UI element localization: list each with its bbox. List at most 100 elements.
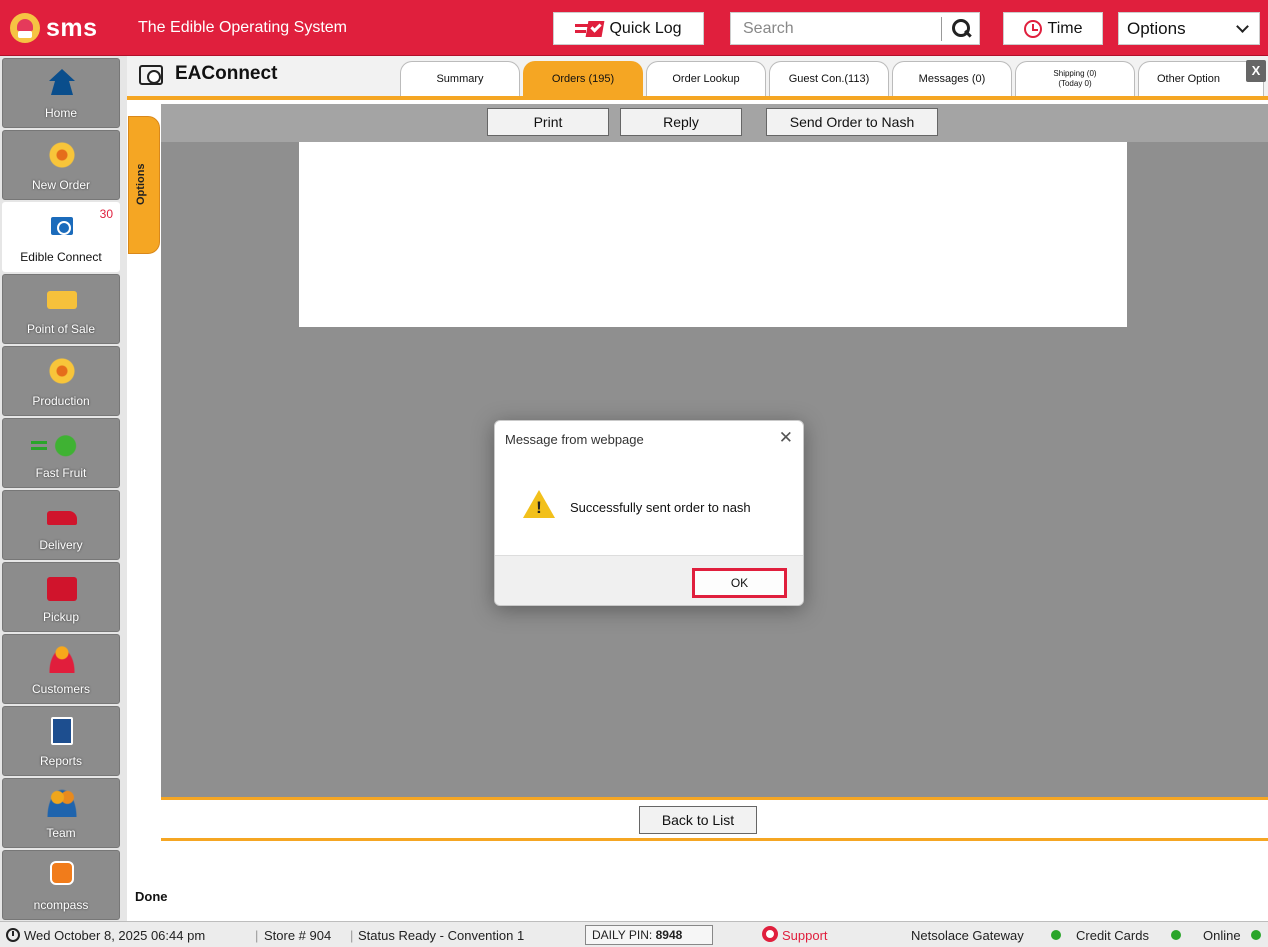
- sidebar-item-label: Pickup: [42, 610, 80, 624]
- sidebar-item-label: ncompass: [33, 898, 89, 912]
- search-input[interactable]: [731, 13, 939, 44]
- tab-label: Order Lookup: [672, 73, 740, 85]
- dialog-body: ! Successfully sent order to nash: [495, 457, 803, 555]
- home-icon-body: [51, 81, 73, 95]
- daily-pin-value: 8948: [655, 928, 683, 942]
- new-order-icon: [47, 141, 77, 169]
- apple-icon: [47, 429, 77, 457]
- sidebar-item-label: Home: [44, 106, 77, 120]
- tab-label: Orders (195): [551, 73, 615, 85]
- back-to-list-button[interactable]: Back to List: [639, 806, 757, 834]
- divider: [161, 838, 1268, 841]
- sidebar-item-label: Production: [32, 394, 90, 408]
- sms-logo[interactable]: sms: [10, 9, 98, 47]
- page-title: EAConnect: [175, 63, 278, 84]
- action-toolbar: Print Reply Send Order to Nash: [161, 104, 1268, 142]
- message-dialog: Message from webpage ✕ ! Successfully se…: [494, 420, 804, 606]
- sidebar-item-customers[interactable]: Customers: [2, 634, 120, 704]
- daily-pin-box: DAILY PIN: 8948: [585, 925, 713, 945]
- status-bar: Wed October 8, 2025 06:44 pm | Store # 9…: [0, 921, 1268, 947]
- bag-icon: [47, 577, 77, 601]
- close-icon[interactable]: ✕: [779, 428, 793, 448]
- sidebar-item-production[interactable]: Production: [2, 346, 120, 416]
- sidebar-item-edible-connect[interactable]: 30 Edible Connect: [2, 202, 120, 272]
- search-box: [730, 12, 980, 45]
- team-icon: [47, 789, 77, 817]
- status-done-text: Done: [135, 889, 168, 904]
- sidebar: Home New Order 30 Edible Connect Point o…: [0, 56, 125, 921]
- sidebar-item-home[interactable]: Home: [2, 58, 120, 128]
- search-icon[interactable]: [950, 18, 972, 40]
- dialog-message: Successfully sent order to nash: [570, 500, 751, 515]
- tab-order-lookup[interactable]: Order Lookup: [646, 61, 766, 96]
- sidebar-item-new-order[interactable]: New Order: [2, 130, 120, 200]
- quick-log-button[interactable]: Quick Log: [553, 12, 704, 45]
- home-icon: [49, 69, 75, 81]
- credit-cards-status-indicator: [1171, 930, 1181, 940]
- options-dropdown[interactable]: Options: [1118, 12, 1260, 45]
- support-link[interactable]: Support: [782, 928, 828, 943]
- gateway-status-label: Netsolace Gateway: [911, 928, 1024, 943]
- notification-badge: 30: [99, 207, 113, 221]
- person-icon: [47, 645, 77, 673]
- sidebar-item-delivery[interactable]: Delivery: [2, 490, 120, 560]
- clock-icon: [6, 928, 20, 942]
- quick-log-icon: [575, 20, 605, 38]
- app-title-bar: EAConnect Summary Orders (195) Order Loo…: [127, 56, 1268, 100]
- options-label: Options: [1127, 19, 1186, 38]
- chevron-down-icon: [1236, 20, 1249, 33]
- time-label: Time: [1047, 19, 1083, 37]
- globe-window-icon: [139, 65, 163, 85]
- tab-guest-con[interactable]: Guest Con.(113): [769, 61, 889, 96]
- tab-messages[interactable]: Messages (0): [892, 61, 1012, 96]
- status-state: Status Ready - Convention 1: [358, 928, 525, 943]
- order-content-panel: [299, 142, 1127, 327]
- truck-icon: [47, 511, 77, 525]
- online-status-label: Online: [1203, 928, 1241, 943]
- sidebar-item-label: Reports: [39, 754, 83, 768]
- lifebuoy-icon[interactable]: [762, 926, 778, 942]
- ok-button[interactable]: OK: [692, 568, 787, 598]
- sidebar-item-team[interactable]: Team: [2, 778, 120, 848]
- divider: [161, 797, 1268, 800]
- tab-label: Guest Con.(113): [788, 73, 870, 85]
- reply-button[interactable]: Reply: [620, 108, 742, 136]
- credit-cards-status-label: Credit Cards: [1076, 928, 1149, 943]
- sidebar-item-label: Edible Connect: [20, 250, 102, 264]
- compass-icon: [50, 861, 74, 885]
- tab-sublabel: (Today 0): [1058, 79, 1092, 88]
- warning-exclamation: !: [536, 498, 542, 517]
- print-button[interactable]: Print: [487, 108, 609, 136]
- time-button[interactable]: Time: [1003, 12, 1103, 45]
- flower-icon: [47, 357, 77, 385]
- tab-summary[interactable]: Summary: [400, 61, 520, 96]
- sidebar-item-reports[interactable]: Reports: [2, 706, 120, 776]
- options-side-tab-label: Options: [135, 163, 147, 205]
- close-button[interactable]: X: [1246, 60, 1266, 82]
- tab-label: Shipping (0): [1053, 69, 1097, 78]
- cupcake-logo-icon: [10, 13, 40, 43]
- sidebar-item-pickup[interactable]: Pickup: [2, 562, 120, 632]
- sidebar-item-label: Team: [46, 826, 76, 840]
- app-window: sms The Edible Operating System Quick Lo…: [0, 0, 1268, 947]
- top-bar: sms The Edible Operating System Quick Lo…: [0, 0, 1268, 56]
- tagline: The Edible Operating System: [138, 19, 347, 36]
- sidebar-item-label: Customers: [31, 682, 90, 696]
- tab-label: Other Option: [1157, 73, 1220, 85]
- options-side-tab[interactable]: Options: [128, 116, 160, 254]
- send-to-nash-button[interactable]: Send Order to Nash: [766, 108, 938, 136]
- tab-orders[interactable]: Orders (195): [523, 61, 643, 96]
- sidebar-item-ncompass[interactable]: ncompass: [2, 850, 120, 920]
- edible-connect-icon: [51, 217, 73, 235]
- sidebar-item-label: Delivery: [39, 538, 83, 552]
- report-icon: [51, 717, 73, 745]
- sidebar-item-point-of-sale[interactable]: Point of Sale: [2, 274, 120, 344]
- tab-label: Summary: [436, 73, 484, 85]
- dialog-footer: OK: [495, 555, 803, 605]
- tab-shipping[interactable]: Shipping (0) (Today 0): [1015, 61, 1135, 96]
- dialog-title: Message from webpage: [505, 432, 644, 447]
- sidebar-item-fast-fruit[interactable]: Fast Fruit: [2, 418, 120, 488]
- speed-lines-icon: [31, 441, 47, 444]
- quick-log-label: Quick Log: [609, 19, 682, 37]
- online-status-indicator: [1251, 930, 1261, 940]
